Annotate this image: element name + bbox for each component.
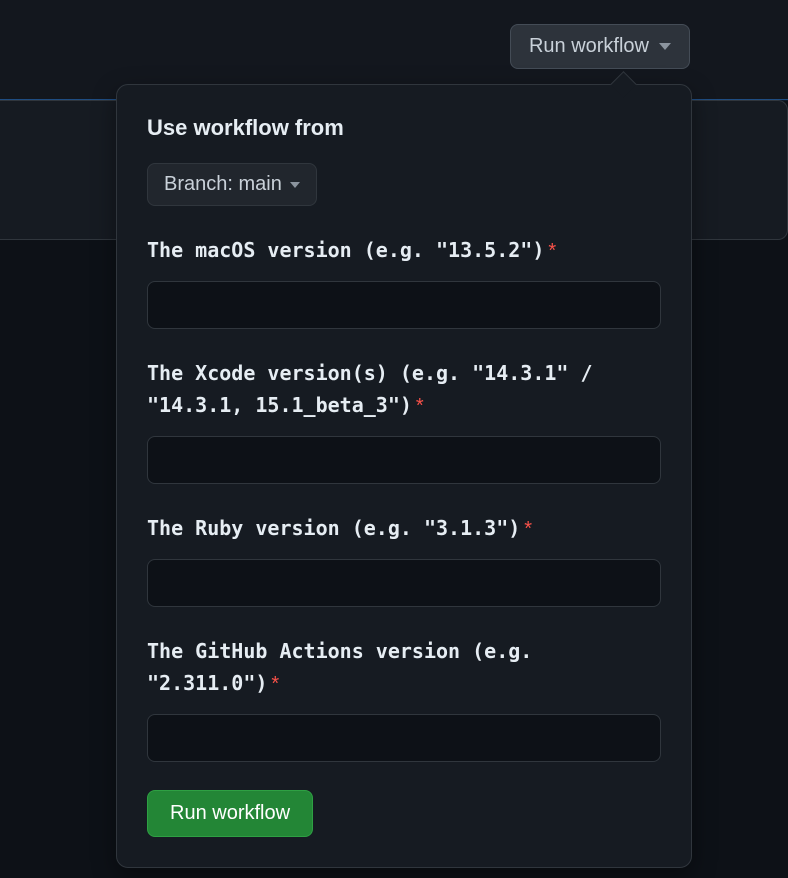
run-workflow-submit-button[interactable]: Run workflow (147, 790, 313, 837)
popup-title: Use workflow from (147, 115, 661, 141)
branch-selector-label: Branch: main (164, 173, 282, 196)
field-label: The Ruby version (e.g. "3.1.3")* (147, 512, 661, 545)
github-actions-version-input[interactable] (147, 714, 661, 762)
caret-down-icon (290, 182, 300, 188)
field-macos-version: The macOS version (e.g. "13.5.2")* (147, 234, 661, 329)
field-ruby-version: The Ruby version (e.g. "3.1.3")* (147, 512, 661, 607)
required-mark: * (416, 395, 424, 417)
branch-selector[interactable]: Branch: main (147, 163, 317, 206)
run-workflow-popup: Use workflow from Branch: main The macOS… (116, 84, 692, 868)
macos-version-input[interactable] (147, 281, 661, 329)
field-github-actions-version: The GitHub Actions version (e.g. "2.311.… (147, 635, 661, 762)
field-xcode-version: The Xcode version(s) (e.g. "14.3.1" / "1… (147, 357, 661, 484)
field-label: The macOS version (e.g. "13.5.2")* (147, 234, 661, 267)
run-workflow-dropdown-button[interactable]: Run workflow (510, 24, 690, 69)
field-label: The GitHub Actions version (e.g. "2.311.… (147, 635, 661, 700)
xcode-version-input[interactable] (147, 436, 661, 484)
required-mark: * (548, 240, 556, 262)
caret-down-icon (659, 43, 671, 50)
run-workflow-dropdown-label: Run workflow (529, 35, 649, 58)
ruby-version-input[interactable] (147, 559, 661, 607)
required-mark: * (524, 518, 532, 540)
required-mark: * (271, 673, 279, 695)
field-label: The Xcode version(s) (e.g. "14.3.1" / "1… (147, 357, 661, 422)
